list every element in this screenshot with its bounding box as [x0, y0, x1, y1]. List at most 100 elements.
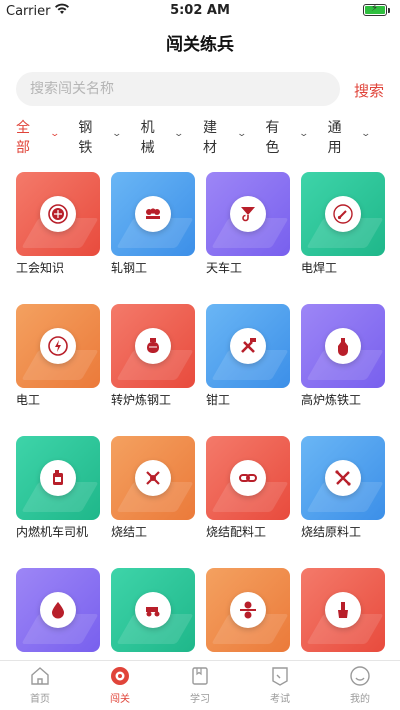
course-label: 烧结原料工 [301, 525, 362, 539]
tab-label: 首页 [30, 694, 50, 705]
blast-furnace-icon [325, 328, 361, 364]
course-card[interactable] [111, 568, 195, 652]
course-label: 内燃机车司机 [16, 525, 89, 539]
exam-icon [269, 665, 291, 687]
tools-icon [230, 328, 266, 364]
tab-book[interactable]: 学习 [160, 661, 240, 710]
status-time: 5:02 AM [170, 3, 230, 18]
converter-icon [135, 328, 171, 364]
book-icon [189, 665, 211, 687]
course-card[interactable]: 天车工 [206, 172, 290, 276]
course-card[interactable]: 烧结原料工 [301, 436, 385, 540]
battery-icon: ⚡ [363, 3, 387, 16]
chain-link-icon [230, 460, 266, 496]
filter-label: 通用 [327, 120, 342, 156]
course-card[interactable]: 烧结配料工 [206, 436, 290, 540]
course-tile[interactable] [16, 568, 100, 652]
course-tile[interactable] [16, 436, 100, 520]
tab-label: 学习 [190, 694, 210, 705]
chevron-down-icon: ⌄ [111, 129, 123, 139]
chevron-down-icon: ⌄ [236, 129, 247, 139]
course-label: 钳工 [206, 393, 231, 407]
tab-exam[interactable]: 考试 [240, 661, 320, 710]
filter-0[interactable]: 全部 ⌄ [16, 120, 60, 156]
course-card[interactable] [16, 568, 100, 652]
course-tile[interactable] [111, 172, 195, 256]
course-label: 轧钢工 [111, 261, 148, 275]
chevron-down-icon: ⌄ [49, 129, 60, 139]
filter-label: 钢铁 [78, 120, 93, 156]
tractor-icon [135, 592, 171, 628]
rollers-icon [230, 592, 266, 628]
fuel-can-icon [40, 460, 76, 496]
course-tile[interactable] [301, 172, 385, 256]
course-card[interactable]: 内燃机车司机 [16, 436, 100, 540]
filter-5[interactable]: 通用 ⌄ [328, 120, 372, 156]
page-title: 闯关练兵 [166, 35, 234, 55]
course-card[interactable]: 钳工 [206, 304, 290, 408]
filter-2[interactable]: 机械 ⌄ [141, 120, 185, 156]
course-tile[interactable] [206, 568, 290, 652]
crane-hook-icon [230, 196, 266, 232]
welding-icon [325, 196, 361, 232]
course-card[interactable]: 转炉炼钢工 [111, 304, 195, 408]
filter-label: 建材 [202, 120, 217, 156]
course-tile[interactable] [111, 304, 195, 388]
course-card[interactable]: 电工 [16, 304, 100, 408]
course-tile[interactable] [111, 436, 195, 520]
challenge-icon [109, 665, 131, 687]
tab-profile[interactable]: 我的 [320, 661, 400, 710]
chevron-down-icon: ⌄ [298, 129, 310, 139]
filter-1[interactable]: 钢铁 ⌄ [78, 120, 123, 156]
course-tile[interactable] [206, 304, 290, 388]
chevron-down-icon: ⌄ [360, 129, 372, 139]
profile-icon [349, 665, 371, 687]
course-label: 高炉炼铁工 [301, 393, 362, 407]
course-tile[interactable] [301, 304, 385, 388]
course-tile[interactable] [16, 304, 100, 388]
home-icon [29, 665, 51, 687]
tab-label: 我的 [350, 694, 370, 705]
course-card[interactable]: 轧钢工 [111, 172, 195, 276]
course-card[interactable]: 高炉炼铁工 [301, 304, 385, 408]
course-card[interactable] [206, 568, 290, 652]
raw-material-icon [325, 460, 361, 496]
electric-meter-icon [40, 328, 76, 364]
course-tile[interactable] [206, 436, 290, 520]
course-label: 电工 [16, 393, 41, 407]
sinter-icon [135, 460, 171, 496]
search-button[interactable]: 搜索 [354, 80, 384, 101]
course-label: 烧结工 [111, 525, 148, 539]
course-tile[interactable] [301, 436, 385, 520]
tab-label: 考试 [270, 694, 290, 705]
course-tile[interactable] [301, 568, 385, 652]
category-filter-bar: 全部 ⌄ 钢铁 ⌄ 机械 ⌄ 建材 ⌄ 有色 ⌄ 通用 ⌄ [16, 120, 390, 156]
union-badge-icon [40, 196, 76, 232]
tab-home[interactable]: 首页 [0, 661, 80, 710]
filter-3[interactable]: 建材 ⌄ [203, 120, 247, 156]
course-tile[interactable] [16, 172, 100, 256]
course-tile[interactable] [111, 568, 195, 652]
course-card[interactable] [301, 568, 385, 652]
course-tile[interactable] [206, 172, 290, 256]
course-label: 电焊工 [301, 261, 338, 275]
course-card[interactable]: 电焊工 [301, 172, 385, 276]
droplet-icon [40, 592, 76, 628]
search-input[interactable] [30, 81, 340, 97]
course-card[interactable]: 工会知识 [16, 172, 100, 276]
status-bar: Carrier 5:02 AM ⚡ [0, 0, 400, 22]
tab-label: 闯关 [110, 694, 130, 705]
rolling-mill-icon [135, 196, 171, 232]
course-card[interactable]: 烧结工 [111, 436, 195, 540]
search-bar[interactable] [16, 72, 340, 106]
brush-icon [325, 592, 361, 628]
course-label: 转炉炼钢工 [111, 393, 172, 407]
filter-4[interactable]: 有色 ⌄ [265, 120, 310, 156]
chevron-down-icon: ⌄ [173, 129, 185, 139]
tab-challenge[interactable]: 闯关 [80, 661, 160, 710]
course-label: 天车工 [206, 261, 243, 275]
course-label: 烧结配料工 [206, 525, 267, 539]
filter-label: 全部 [16, 120, 30, 156]
filter-label: 机械 [140, 120, 155, 156]
battery-indicator: ⚡ [363, 3, 390, 16]
